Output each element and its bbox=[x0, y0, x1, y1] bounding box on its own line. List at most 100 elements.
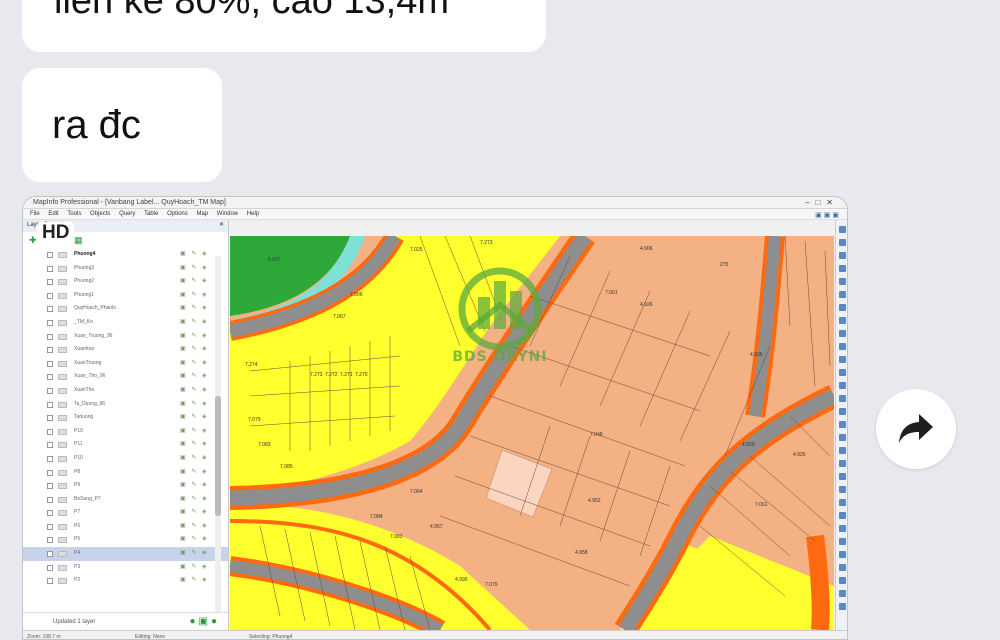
menu-item[interactable]: Edit bbox=[48, 209, 58, 220]
layer-visibility-checkbox[interactable] bbox=[47, 292, 53, 299]
menu-item[interactable]: Query bbox=[119, 209, 135, 220]
tool-icon[interactable] bbox=[839, 265, 846, 272]
layer-row[interactable]: XuanTho ▣ ✎ ◈ bbox=[23, 384, 228, 398]
layer-row[interactable]: P7 ▣ ✎ ◈ bbox=[23, 506, 228, 520]
layer-visibility-checkbox[interactable] bbox=[47, 306, 53, 313]
layer-visibility-checkbox[interactable] bbox=[47, 455, 53, 462]
tool-icon[interactable] bbox=[839, 421, 846, 428]
refresh-icon[interactable]: ●▣● bbox=[189, 616, 220, 627]
tool-icon[interactable] bbox=[839, 538, 846, 545]
layer-row[interactable]: P8 ▣ ✎ ◈ bbox=[23, 466, 228, 480]
layer-visibility-checkbox[interactable] bbox=[47, 578, 53, 585]
layer-visibility-checkbox[interactable] bbox=[47, 401, 53, 408]
layer-visibility-checkbox[interactable] bbox=[47, 415, 53, 422]
layer-visibility-checkbox[interactable] bbox=[47, 442, 53, 449]
menu-item[interactable]: Objects bbox=[90, 209, 110, 220]
layer-options-icon[interactable]: ▣ ✎ ◈ bbox=[180, 398, 209, 412]
layer-options-icon[interactable]: ▣ ✎ ◈ bbox=[180, 425, 209, 439]
tool-icon[interactable] bbox=[839, 304, 846, 311]
menu-item[interactable]: Options bbox=[167, 209, 188, 220]
layer-visibility-checkbox[interactable] bbox=[47, 537, 53, 544]
layer-row[interactable]: P2 ▣ ✎ ◈ bbox=[23, 574, 228, 588]
layer-visibility-checkbox[interactable] bbox=[47, 483, 53, 490]
menu-item[interactable]: File bbox=[30, 209, 40, 220]
layer-row[interactable]: XuanTruong ▣ ✎ ◈ bbox=[23, 357, 228, 371]
layer-visibility-checkbox[interactable] bbox=[47, 265, 53, 272]
layer-row[interactable]: Xuanhoa ▣ ✎ ◈ bbox=[23, 343, 228, 357]
tool-icon[interactable] bbox=[839, 564, 846, 571]
layer-options-icon[interactable]: ▣ ✎ ◈ bbox=[180, 248, 209, 262]
share-button[interactable] bbox=[876, 389, 956, 469]
layer-options-icon[interactable]: ▣ ✎ ◈ bbox=[180, 302, 209, 316]
tool-icon[interactable] bbox=[839, 434, 846, 441]
layer-row[interactable]: P3 ▣ ✎ ◈ bbox=[23, 561, 228, 575]
layer-options-icon[interactable]: ▣ ✎ ◈ bbox=[180, 506, 209, 520]
layer-row[interactable]: Xuan_Truong_96 ▣ ✎ ◈ bbox=[23, 330, 228, 344]
scrollbar-thumb[interactable] bbox=[215, 396, 221, 516]
layer-visibility-checkbox[interactable] bbox=[47, 319, 53, 326]
scrollbar[interactable] bbox=[215, 256, 221, 612]
layer-row[interactable]: QuyHoach_Phanlo ▣ ✎ ◈ bbox=[23, 302, 228, 316]
tool-icon[interactable] bbox=[839, 577, 846, 584]
layer-visibility-checkbox[interactable] bbox=[47, 523, 53, 530]
layer-visibility-checkbox[interactable] bbox=[47, 551, 53, 558]
tool-icon[interactable] bbox=[839, 590, 846, 597]
menu-item[interactable]: Tools bbox=[67, 209, 81, 220]
layer-options-icon[interactable]: ▣ ✎ ◈ bbox=[180, 452, 209, 466]
layer-row[interactable]: P11 ▣ ✎ ◈ bbox=[23, 438, 228, 452]
tool-icon[interactable] bbox=[839, 447, 846, 454]
tool-icon[interactable] bbox=[839, 343, 846, 350]
tool-icon[interactable] bbox=[839, 226, 846, 233]
layer-options-icon[interactable]: ▣ ✎ ◈ bbox=[180, 547, 209, 561]
tool-icon[interactable] bbox=[839, 382, 846, 389]
layer-visibility-checkbox[interactable] bbox=[47, 564, 53, 571]
layer-row[interactable]: Taduong ▣ ✎ ◈ bbox=[23, 411, 228, 425]
layer-row[interactable]: P6 ▣ ✎ ◈ bbox=[23, 520, 228, 534]
layer-options-icon[interactable]: ▣ ✎ ◈ bbox=[180, 262, 209, 276]
tool-icon[interactable] bbox=[839, 486, 846, 493]
tool-icon[interactable] bbox=[839, 551, 846, 558]
layer-options-icon[interactable]: ▣ ✎ ◈ bbox=[180, 574, 209, 588]
layer-visibility-checkbox[interactable] bbox=[47, 496, 53, 503]
layer-options-icon[interactable]: ▣ ✎ ◈ bbox=[180, 533, 209, 547]
layer-row[interactable]: Xuan_Tho_96 ▣ ✎ ◈ bbox=[23, 370, 228, 384]
tool-icon[interactable] bbox=[839, 603, 846, 610]
tool-icon[interactable] bbox=[839, 252, 846, 259]
layer-visibility-checkbox[interactable] bbox=[47, 469, 53, 476]
layer-options-icon[interactable]: ▣ ✎ ◈ bbox=[180, 466, 209, 480]
tool-icon[interactable] bbox=[839, 460, 846, 467]
tool-icon[interactable] bbox=[839, 395, 846, 402]
menu-item[interactable]: Table bbox=[144, 209, 158, 220]
layer-options-icon[interactable]: ▣ ✎ ◈ bbox=[180, 479, 209, 493]
layer-options-icon[interactable]: ▣ ✎ ◈ bbox=[180, 343, 209, 357]
tool-icon[interactable] bbox=[839, 356, 846, 363]
layer-row[interactable]: P9 ▣ ✎ ◈ bbox=[23, 479, 228, 493]
layer-row[interactable]: Ta_Duong_96 ▣ ✎ ◈ bbox=[23, 398, 228, 412]
tool-icon[interactable] bbox=[839, 499, 846, 506]
tool-icon[interactable] bbox=[839, 408, 846, 415]
layer-options-icon[interactable]: ▣ ✎ ◈ bbox=[180, 275, 209, 289]
layer-visibility-checkbox[interactable] bbox=[47, 510, 53, 517]
menu-item[interactable]: Window bbox=[217, 209, 238, 220]
map-view[interactable]: 7.273 7.025 4.906 275 6.637 4.926 7.061 7.006 7.… bbox=[230, 236, 834, 630]
tool-icon[interactable] bbox=[839, 278, 846, 285]
layer-options-icon[interactable]: ▣ ✎ ◈ bbox=[180, 316, 209, 330]
layer-options-icon[interactable]: ▣ ✎ ◈ bbox=[180, 384, 209, 398]
layer-options-icon[interactable]: ▣ ✎ ◈ bbox=[180, 330, 209, 344]
tool-icon[interactable] bbox=[839, 512, 846, 519]
tool-icon[interactable] bbox=[839, 239, 846, 246]
layer-options-icon[interactable]: ▣ ✎ ◈ bbox=[180, 289, 209, 303]
layer-visibility-checkbox[interactable] bbox=[47, 374, 53, 381]
layer-options-icon[interactable]: ▣ ✎ ◈ bbox=[180, 520, 209, 534]
layer-options-icon[interactable]: ▣ ✎ ◈ bbox=[180, 561, 209, 575]
layer-visibility-checkbox[interactable] bbox=[47, 333, 53, 340]
menu-item[interactable]: Help bbox=[247, 209, 259, 220]
tool-icon[interactable] bbox=[839, 330, 846, 337]
tool-icon[interactable] bbox=[839, 291, 846, 298]
menu-item[interactable]: Map bbox=[196, 209, 208, 220]
layer-row[interactable]: P10 ▣ ✎ ◈ bbox=[23, 452, 228, 466]
layer-row[interactable]: Phuong1 ▣ ✎ ◈ bbox=[23, 289, 228, 303]
tool-icon[interactable] bbox=[839, 369, 846, 376]
layer-visibility-checkbox[interactable] bbox=[47, 387, 53, 394]
layer-visibility-checkbox[interactable] bbox=[47, 252, 53, 258]
